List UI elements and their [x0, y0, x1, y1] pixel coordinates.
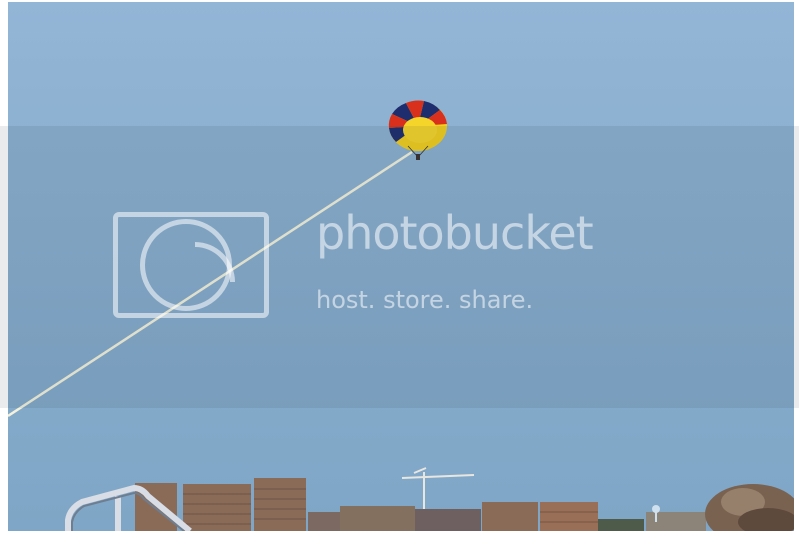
- watermark-title: photobucket: [316, 206, 594, 260]
- camera-lens-inner: [195, 242, 235, 282]
- camera-icon: [113, 212, 269, 318]
- camera-lens: [140, 219, 235, 311]
- watermark-subtitle: host. store. share.: [316, 286, 534, 314]
